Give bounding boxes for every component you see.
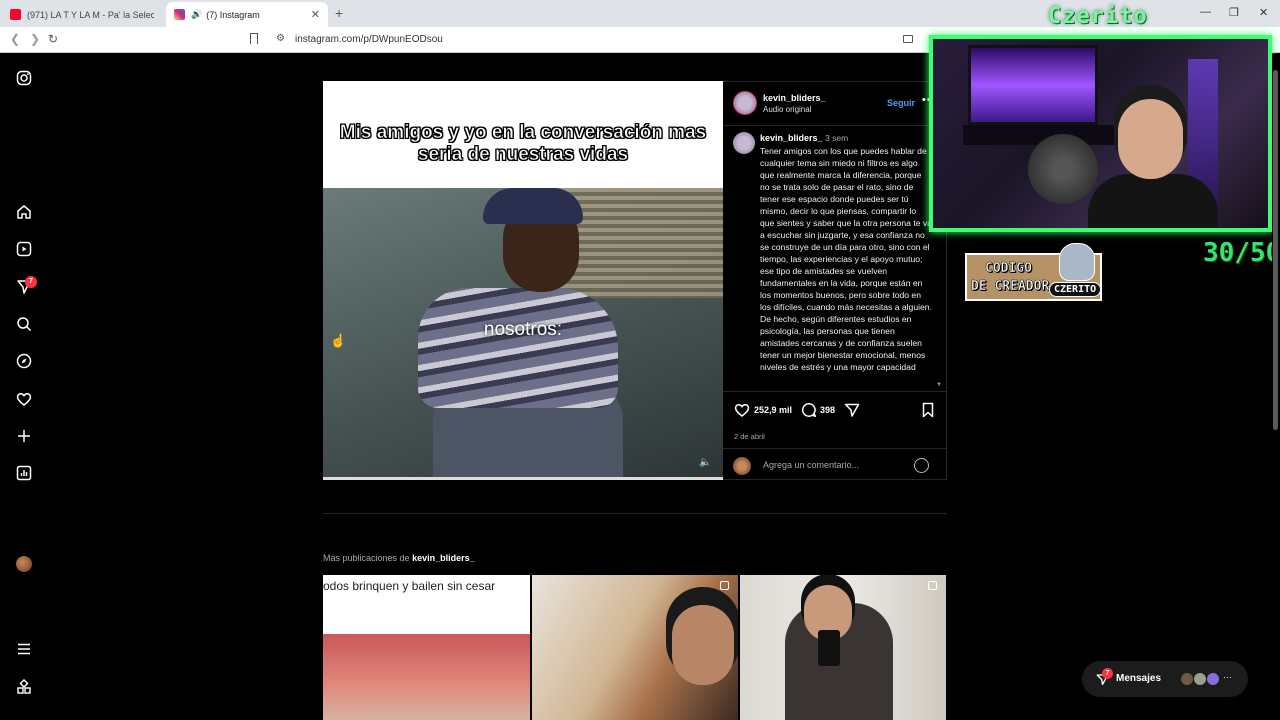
section-divider: [323, 513, 947, 514]
instagram-logo-icon[interactable]: [16, 70, 32, 86]
tab-title: (971) LA T Y LA M - Pa' la Selecci...: [27, 9, 154, 20]
reload-icon[interactable]: ↻: [48, 32, 58, 46]
person-cap: [483, 188, 583, 224]
comment-avatar[interactable]: [733, 132, 755, 154]
contact-avatar: [1206, 672, 1220, 686]
search-icon[interactable]: [16, 316, 32, 332]
reel-icon: [928, 581, 937, 590]
post-date: 2 de abril: [734, 432, 765, 441]
messages-badge: 7: [25, 276, 37, 288]
new-tab-button[interactable]: +: [335, 5, 343, 21]
site-info-icon[interactable]: ⚙: [276, 33, 285, 44]
cam-streamer-head: [1118, 99, 1183, 179]
comment-text: Tener amigos con los que puedes hablar d…: [760, 146, 932, 372]
notifications-icon[interactable]: [16, 391, 32, 407]
thumb-caption: odos brinquen y bailen sin cesar: [323, 579, 496, 593]
person-torso: [418, 288, 618, 408]
meme-caption-text: Mis amigos y yo en la conversación mas s…: [339, 121, 707, 165]
more-post-thumb-2[interactable]: [532, 575, 738, 720]
likes-count[interactable]: 252,9 mil: [754, 405, 792, 415]
meme-caption: Mis amigos y yo en la conversación mas s…: [323, 81, 723, 188]
cast-icon[interactable]: [903, 35, 913, 43]
minimize-button[interactable]: —: [1200, 6, 1211, 18]
thumb-image: [323, 634, 530, 720]
cam-microphone: [1028, 134, 1098, 204]
author-username[interactable]: kevin_bliders_: [763, 93, 826, 103]
streamer-name: Czerito: [1048, 4, 1148, 29]
author-avatar[interactable]: [733, 91, 757, 115]
comment-time: 3 sem: [825, 133, 849, 143]
post-side-panel: kevin_bliders_ Audio original Seguir •••…: [723, 81, 947, 480]
add-comment-input[interactable]: [763, 456, 913, 474]
creator-code-badge: CODIGO DE CREADOR CZERITO: [965, 243, 1102, 301]
forward-icon[interactable]: ❯: [30, 32, 40, 46]
mascot-icon: [1059, 243, 1095, 281]
goal-counter: 30/50: [1203, 238, 1280, 268]
back-icon[interactable]: ❮: [10, 32, 20, 46]
youtube-favicon-icon: [10, 9, 21, 20]
instagram-sidenav: 7: [0, 54, 48, 720]
current-user-avatar: [733, 457, 751, 475]
comments-count[interactable]: 398: [820, 405, 835, 415]
home-icon[interactable]: [16, 204, 32, 220]
tab-youtube[interactable]: (971) LA T Y LA M - Pa' la Selecci...: [2, 2, 162, 27]
tab-instagram[interactable]: 🔊 (7) Instagram ✕: [166, 2, 328, 27]
webcam-overlay: [929, 35, 1272, 232]
reels-icon[interactable]: [16, 241, 32, 257]
contact-avatar: [1193, 672, 1207, 686]
contact-avatar: [1180, 672, 1194, 686]
more-menu-icon[interactable]: [16, 641, 32, 657]
post-media[interactable]: Mis amigos y yo en la conversación mas s…: [323, 81, 723, 480]
profile-avatar[interactable]: [16, 556, 32, 572]
more-posts-heading: Más publicaciones de kevin_bliders_: [323, 553, 475, 563]
creator-line-1: CODIGO: [985, 261, 1032, 277]
post-actions: 252,9 mil 398 2 de abril: [723, 391, 947, 481]
dashboard-icon[interactable]: [16, 465, 32, 481]
like-icon[interactable]: [734, 402, 750, 418]
window-blinds: [558, 188, 723, 298]
close-window-button[interactable]: ✕: [1259, 6, 1268, 19]
more-posts-username[interactable]: kevin_bliders_: [412, 553, 475, 563]
bookmark-icon[interactable]: [250, 33, 258, 44]
post-header: kevin_bliders_ Audio original Seguir •••: [723, 82, 947, 126]
messages-pill[interactable]: 7 Mensajes ···: [1082, 661, 1248, 697]
tab-title: (7) Instagram: [206, 9, 260, 20]
creator-line-2: DE CREADOR: [971, 279, 1050, 295]
save-icon[interactable]: [920, 402, 936, 418]
page-scrollbar-thumb[interactable]: [1273, 70, 1278, 430]
audio-label[interactable]: Audio original: [763, 105, 811, 114]
cam-monitor: [968, 45, 1098, 125]
emoji-icon[interactable]: [914, 458, 929, 473]
comment-icon[interactable]: [801, 402, 817, 418]
url-field[interactable]: instagram.com/p/DWpunEODsou: [295, 34, 443, 45]
volume-icon[interactable]: 🔈: [699, 457, 711, 468]
reel-icon: [720, 581, 729, 590]
thumb-person: [672, 605, 734, 685]
mouse-pointer-icon: ☝: [330, 333, 347, 348]
close-tab-icon[interactable]: ✕: [311, 8, 320, 21]
thumb-phone: [818, 630, 840, 666]
more-contacts-icon: ···: [1223, 672, 1232, 682]
cam-streamer-body: [1088, 174, 1218, 228]
comment-username[interactable]: kevin_bliders_: [760, 133, 823, 143]
speaker-icon[interactable]: 🔊: [191, 9, 202, 20]
follow-button[interactable]: Seguir: [887, 98, 915, 108]
create-icon[interactable]: [16, 428, 32, 444]
more-post-thumb-3[interactable]: [740, 575, 946, 720]
instagram-favicon-icon: [174, 9, 185, 20]
creator-tag: CZERITO: [1049, 282, 1102, 297]
video-overlay-text: nosotros:: [483, 319, 563, 340]
messages-label: Mensajes: [1116, 673, 1162, 684]
share-icon[interactable]: [844, 402, 860, 418]
more-posts-prefix: Más publicaciones de: [323, 553, 410, 563]
messages-pill-badge: 7: [1102, 668, 1113, 679]
maximize-button[interactable]: ❐: [1229, 6, 1239, 19]
add-comment-row: [723, 448, 947, 482]
more-post-thumb-1[interactable]: odos brinquen y bailen sin cesar: [323, 575, 530, 720]
explore-icon[interactable]: [16, 353, 32, 369]
also-from-meta-icon[interactable]: [16, 679, 32, 695]
video-progress-bar[interactable]: [323, 477, 723, 480]
scroll-down-icon[interactable]: ▼: [936, 382, 942, 388]
